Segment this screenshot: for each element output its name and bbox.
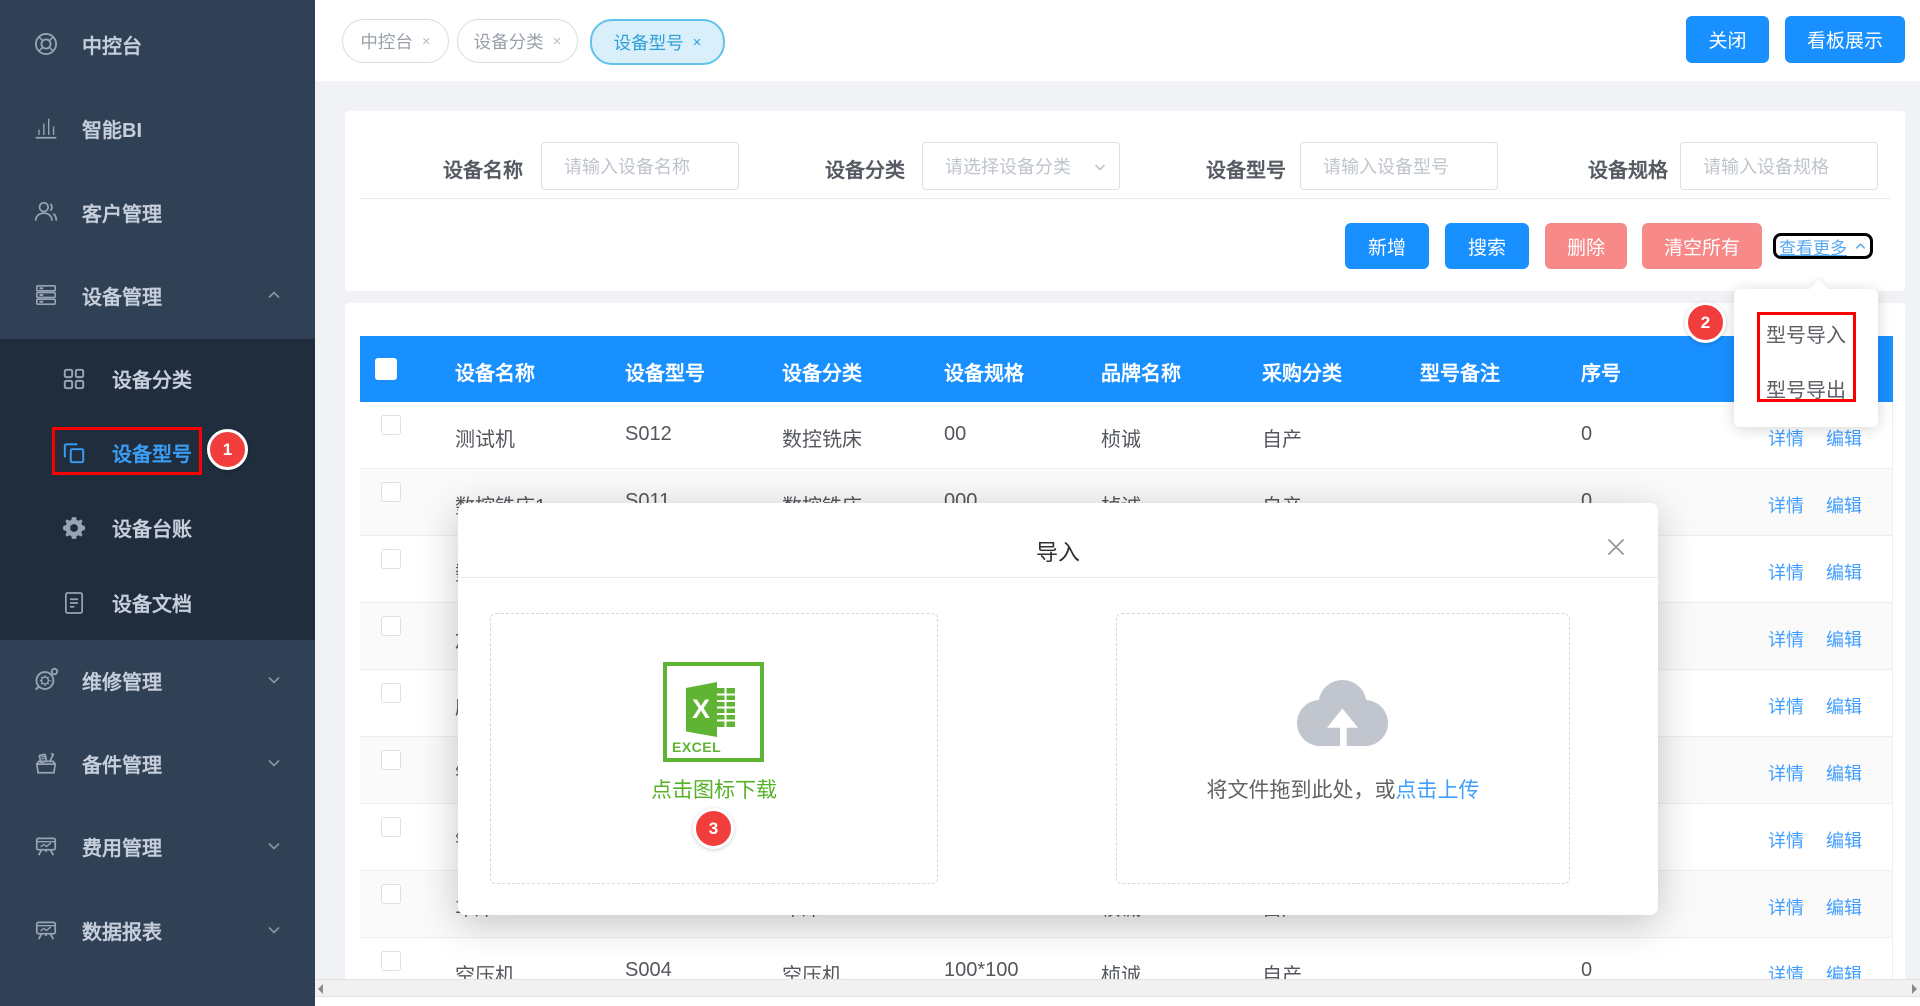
svg-text:EXCEL: EXCEL — [672, 739, 721, 755]
svg-text:X: X — [692, 694, 710, 724]
